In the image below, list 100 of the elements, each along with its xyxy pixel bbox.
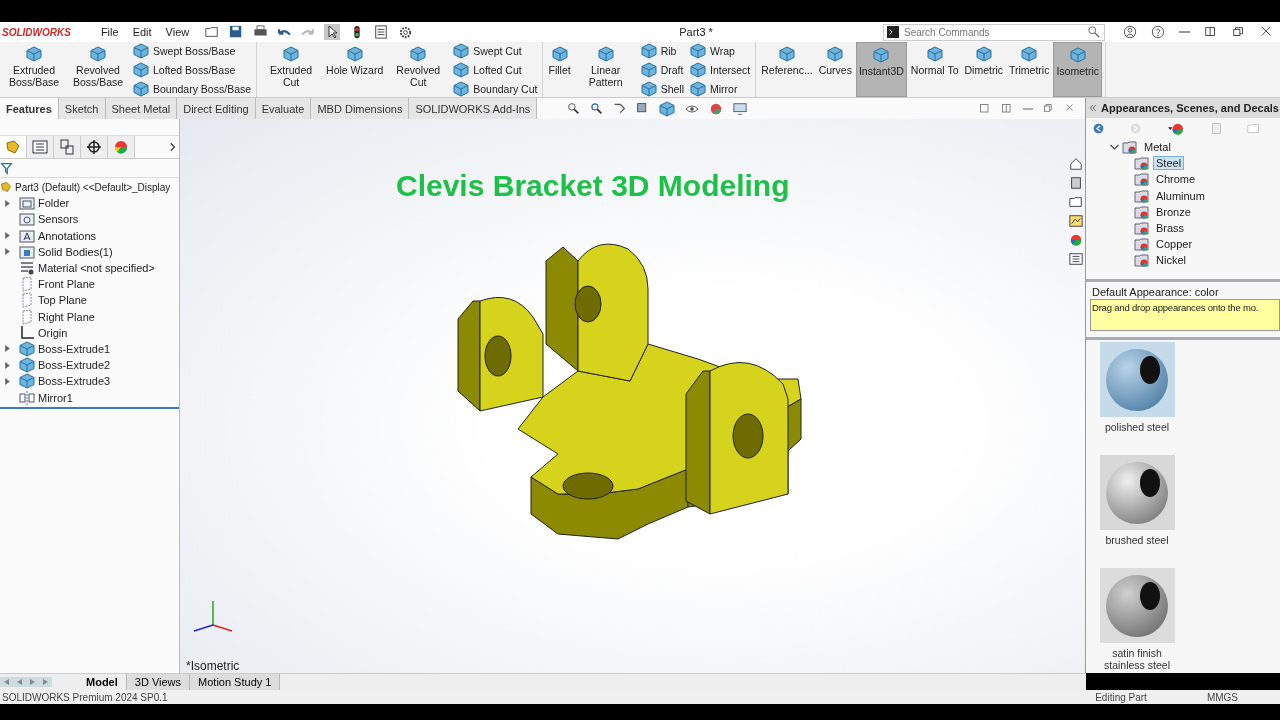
command-tab[interactable]: Direct Editing (177, 98, 256, 119)
expand-arrow-icon[interactable] (5, 248, 10, 256)
material-sphere-thumbnail[interactable] (1099, 342, 1175, 417)
ribbon-button[interactable]: Swept Boss/Base (131, 41, 254, 60)
ribbon-button[interactable]: Extruded Boss/Base (3, 42, 65, 97)
cube-icon (133, 42, 149, 59)
command-tab[interactable]: Sketch (58, 98, 106, 119)
ribbon-button[interactable]: Swept Cut (451, 41, 540, 60)
tree-item[interactable]: Bronze (1153, 204, 1194, 219)
mirror-icon (19, 389, 35, 406)
ribbon-button[interactable]: Lofted Boss/Base (131, 60, 254, 79)
tree-item[interactable]: Front Plane (38, 278, 95, 291)
ribbon-button[interactable]: Extruded Cut (260, 42, 323, 97)
appearance-folder-icon (1134, 236, 1150, 253)
tree-item[interactable]: Boss-Extrude1 (38, 342, 111, 355)
appearance-folder-icon (1134, 203, 1150, 220)
expand-arrow-icon[interactable] (5, 361, 10, 369)
undo-icon (278, 27, 292, 37)
material-sphere-thumbnail[interactable] (1099, 455, 1175, 530)
tree-item[interactable]: Sensors (38, 213, 79, 226)
tree-item[interactable]: Part3 (Default) <<Default>_Display (15, 181, 171, 193)
ribbon-button[interactable]: Rib (638, 41, 686, 60)
ribbon-button[interactable]: Revolved Boss/Base (67, 42, 129, 97)
cube-icon (690, 80, 706, 97)
default-appearance-label: Default Appearance: color (1091, 285, 1220, 298)
ribbon-button[interactable]: Boundary Cut (451, 79, 540, 98)
tree-item[interactable]: Folder (38, 197, 70, 210)
material-sphere-thumbnail[interactable] (1099, 568, 1175, 643)
bottom-tab[interactable]: Motion Study 1 (190, 674, 281, 690)
ribbon-button[interactable]: Mirror (688, 79, 753, 98)
expand-arrow-icon[interactable] (5, 232, 10, 240)
ribbon-button[interactable]: Wrap (688, 41, 753, 60)
cube-icon (346, 46, 363, 62)
tree-item[interactable]: Right Plane (38, 310, 95, 323)
menu-item[interactable]: Edit (128, 26, 156, 38)
bottom-tab[interactable]: 3D Views (126, 674, 191, 690)
search-icon (1088, 25, 1100, 38)
menu-item[interactable]: File (96, 26, 123, 38)
swatch-label: polished steel (1104, 421, 1170, 433)
cube-icon (975, 46, 992, 62)
settings-icon (398, 24, 414, 40)
tree-item[interactable]: Boss-Extrude2 (38, 359, 111, 372)
ribbon-button[interactable]: Referenc... (759, 42, 815, 97)
ribbon-button[interactable]: Dimetric (962, 42, 1005, 97)
expand-arrow-icon[interactable] (5, 345, 10, 353)
ribbon-button[interactable]: Curves (816, 42, 854, 97)
tree-item[interactable]: Boss-Extrude3 (38, 375, 111, 388)
command-tab[interactable]: Evaluate (255, 98, 312, 119)
ribbon-button[interactable]: Intersect (688, 60, 753, 79)
ribbon-button[interactable]: Draft (638, 60, 686, 79)
tree-item[interactable]: Metal (1141, 140, 1174, 155)
tree-item[interactable]: Material <not specified> (38, 262, 155, 275)
tree-item[interactable]: Mirror1 (38, 391, 73, 404)
ribbon-button[interactable]: Trimetric (1007, 42, 1052, 97)
tree-item[interactable]: Chrome (1153, 172, 1199, 187)
tab-scroll-arrows-icon (0, 676, 54, 688)
tree-item[interactable]: Solid Bodies(1) (38, 245, 113, 258)
tree-item[interactable]: Steel (1153, 156, 1185, 171)
ribbon-button[interactable]: Lofted Cut (451, 60, 540, 79)
command-tab[interactable]: MBD Dimensions (311, 98, 410, 119)
ribbon-button[interactable]: Instant3D (855, 42, 907, 97)
save-icon (229, 25, 244, 39)
appearance-folder-icon (1134, 155, 1150, 172)
zoom-area-icon (590, 102, 604, 115)
tree-item[interactable]: Nickel (1153, 253, 1189, 268)
command-tab[interactable]: Sheet Metal (105, 98, 178, 119)
chevron-down-icon[interactable] (1110, 144, 1119, 151)
cube-icon (453, 80, 470, 97)
search-field[interactable]: Search Commands (883, 23, 1105, 41)
cube-icon (133, 80, 149, 97)
cube-icon (1021, 46, 1038, 62)
ribbon-button[interactable]: Shell (638, 79, 686, 98)
appearance-icon (1166, 121, 1186, 136)
annotation-icon (19, 227, 35, 244)
cube-icon (283, 46, 300, 62)
tree-item[interactable]: Top Plane (38, 294, 87, 307)
ribbon-button[interactable]: Isometric (1053, 42, 1103, 97)
tree-item[interactable]: Brass (1153, 221, 1188, 236)
expand-arrow-icon[interactable] (5, 377, 10, 385)
ribbon-button[interactable]: Revolved Cut (387, 42, 450, 97)
tree-item[interactable]: Copper (1153, 237, 1196, 252)
command-tab[interactable]: SOLIDWORKS Add-Ins (409, 98, 538, 119)
cube-icon (26, 46, 42, 62)
ribbon-button[interactable]: Linear Pattern (574, 42, 637, 97)
menu-item[interactable]: View (161, 26, 194, 38)
cube-icon (778, 46, 795, 62)
ribbon-button[interactable]: Normal To (908, 42, 961, 97)
tree-item[interactable]: Annotations (38, 229, 97, 242)
previous-view-icon (613, 102, 627, 115)
ribbon-button[interactable]: Fillet (546, 42, 573, 97)
cube-icon (90, 46, 106, 62)
tree-item[interactable]: Origin (38, 326, 68, 339)
tree-item[interactable]: Aluminum (1153, 188, 1208, 203)
ribbon-button[interactable]: Boundary Boss/Base (131, 79, 254, 98)
ribbon-button[interactable]: Hole Wizard (324, 42, 386, 97)
properties-icon (1069, 252, 1083, 266)
appearance-folder-icon (1134, 220, 1150, 237)
tile-icon (1204, 25, 1218, 39)
expand-arrow-icon[interactable] (5, 199, 10, 207)
sensor-icon (19, 211, 35, 228)
